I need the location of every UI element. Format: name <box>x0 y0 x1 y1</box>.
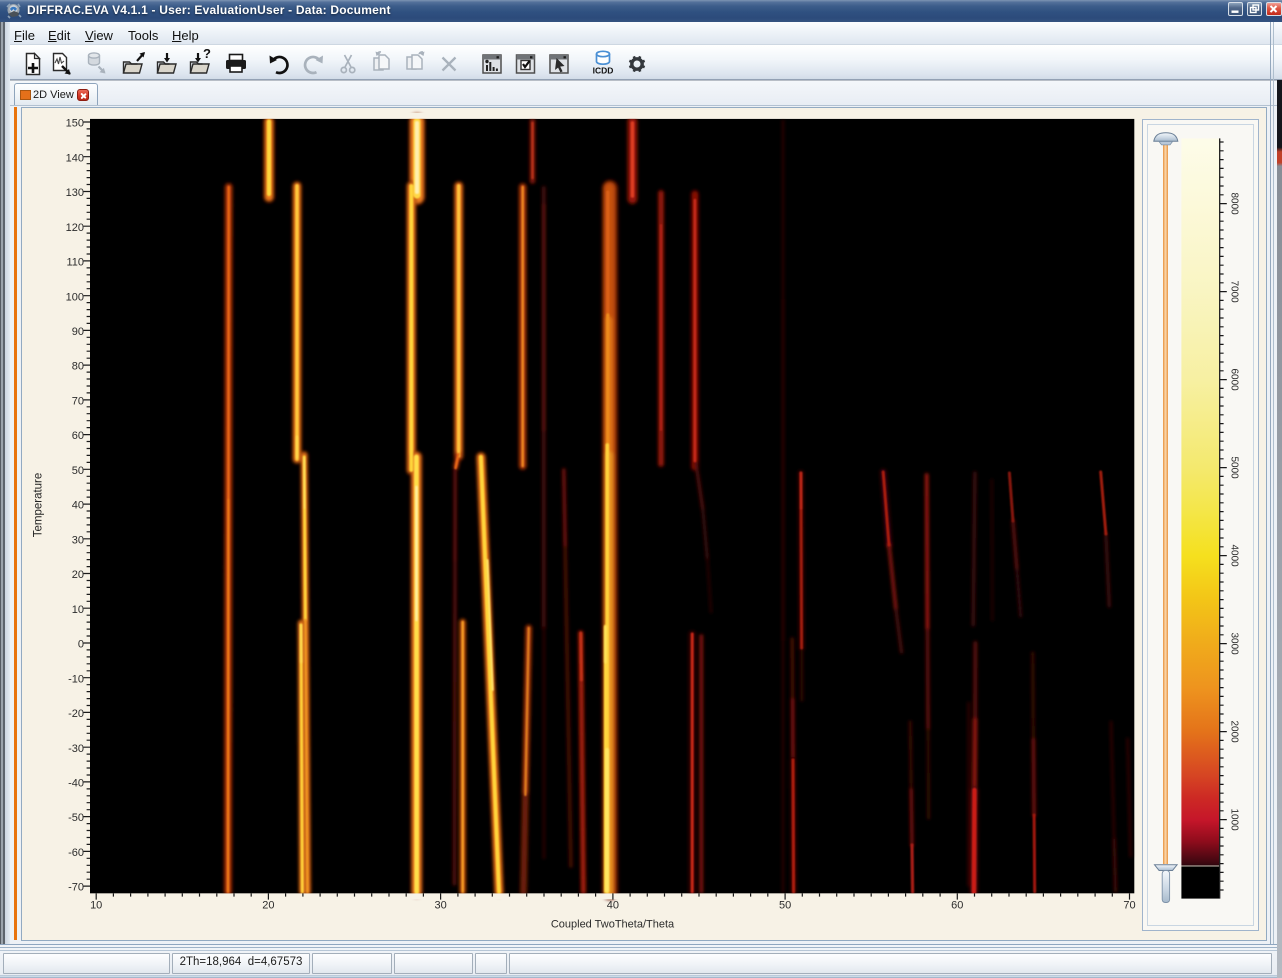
svg-text:150: 150 <box>66 118 84 130</box>
svg-text:6000: 6000 <box>1229 368 1240 391</box>
svg-text:120: 120 <box>66 222 84 234</box>
svg-text:?: ? <box>203 46 211 61</box>
svg-text:10: 10 <box>72 604 84 616</box>
svg-text:90: 90 <box>72 326 84 338</box>
svg-text:100: 100 <box>66 291 84 303</box>
svg-text:-60: -60 <box>68 847 84 859</box>
svg-text:3000: 3000 <box>1229 632 1240 655</box>
svg-text:70: 70 <box>72 396 84 408</box>
svg-text:-40: -40 <box>68 778 84 790</box>
svg-text:5000: 5000 <box>1229 456 1240 479</box>
svg-text:80: 80 <box>72 361 84 373</box>
svg-text:50: 50 <box>779 900 791 912</box>
svg-text:140: 140 <box>66 152 84 164</box>
svg-text:20: 20 <box>262 900 274 912</box>
svg-text:20: 20 <box>72 569 84 581</box>
svg-text:0: 0 <box>78 639 84 651</box>
svg-text:60: 60 <box>72 430 84 442</box>
svg-text:40: 40 <box>72 500 84 512</box>
svg-text:1000: 1000 <box>1229 808 1240 831</box>
svg-text:-10: -10 <box>68 673 84 685</box>
svg-text:-20: -20 <box>68 708 84 720</box>
svg-text:4000: 4000 <box>1229 544 1240 567</box>
svg-text:40: 40 <box>607 900 619 912</box>
svg-text:70: 70 <box>1123 900 1135 912</box>
svg-text:30: 30 <box>72 534 84 546</box>
svg-text:Temperature: Temperature <box>33 473 45 538</box>
svg-text:-50: -50 <box>68 812 84 824</box>
svg-text:7000: 7000 <box>1229 280 1240 303</box>
svg-text:30: 30 <box>434 900 446 912</box>
svg-text:50: 50 <box>72 465 84 477</box>
svg-text:-70: -70 <box>68 882 84 894</box>
svg-text:60: 60 <box>951 900 963 912</box>
svg-text:10: 10 <box>90 900 102 912</box>
svg-text:Coupled TwoTheta/Theta: Coupled TwoTheta/Theta <box>551 919 675 931</box>
svg-text:2000: 2000 <box>1229 720 1240 743</box>
svg-text:8000: 8000 <box>1229 192 1240 215</box>
svg-text:ICDD: ICDD <box>593 66 614 76</box>
svg-text:110: 110 <box>66 257 84 269</box>
svg-text:130: 130 <box>66 187 84 199</box>
svg-text:-30: -30 <box>68 743 84 755</box>
